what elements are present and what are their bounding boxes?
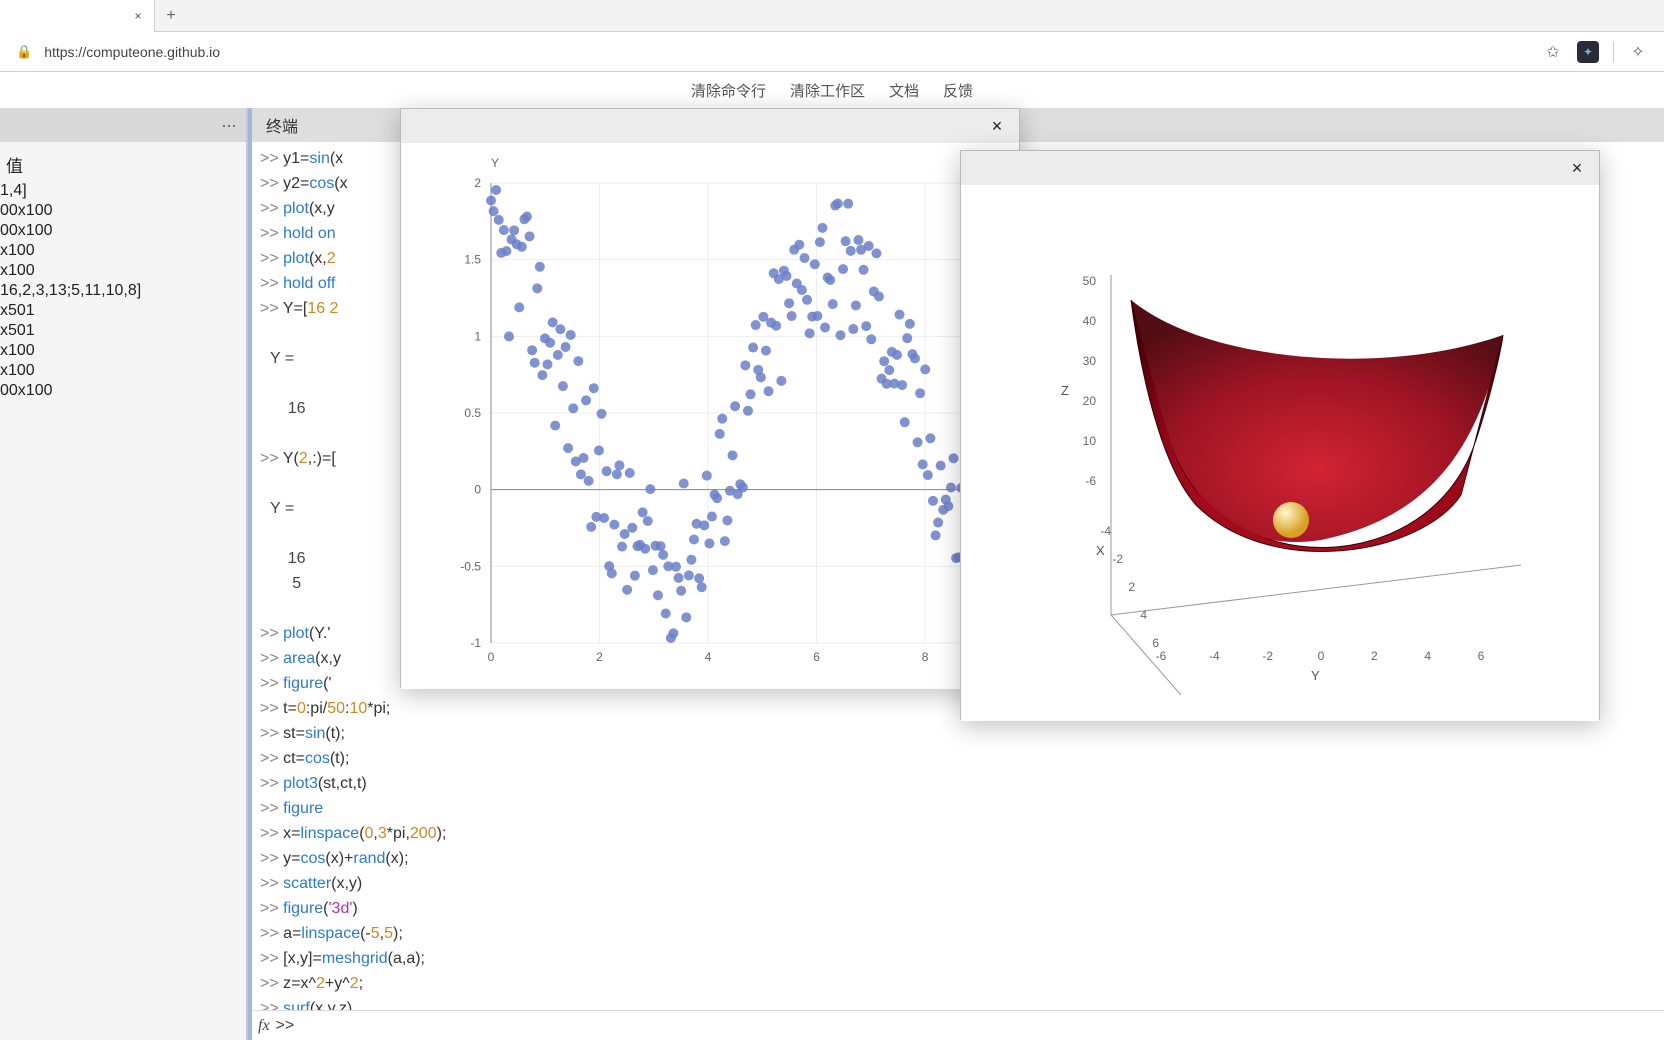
workspace-var-list: 1,4]00x10000x100x100x10016,2,3,13;5,11,1… [0,181,246,401]
svg-text:-6: -6 [1085,474,1096,488]
close-tab-icon[interactable]: × [130,8,146,24]
workspace: ⋮ 值 1,4]00x10000x100x100x10016,2,3,13;5,… [0,108,1664,1040]
extension-icon[interactable]: ✦ [1577,41,1599,63]
svg-text:-4: -4 [1209,649,1220,663]
svg-text:1.5: 1.5 [464,253,481,267]
app-menu: 清除命令行 清除工作区 文档 反馈 [0,72,1664,108]
svg-text:10: 10 [1083,434,1097,448]
figure-titlebar[interactable]: × [961,151,1599,185]
favorite-icon[interactable]: ✩ [1543,42,1563,62]
prompt-text: >> [276,1017,295,1035]
svg-text:40: 40 [1083,314,1097,328]
address-bar: 🔒 https://computeone.github.io ✩ ✦ ✧ [0,32,1664,72]
svg-text:6: 6 [1152,636,1159,650]
svg-text:-6: -6 [1156,649,1167,663]
workspace-var-item[interactable]: 16,2,3,13;5,11,10,8] [0,281,246,301]
svg-text:30: 30 [1083,354,1097,368]
svg-text:0: 0 [474,483,481,497]
svg-text:6: 6 [1478,649,1485,663]
workspace-var-item[interactable]: x100 [0,241,246,261]
svg-text:Z: Z [1061,383,1069,398]
workspace-panel-header: ⋮ [0,108,246,142]
close-icon[interactable]: × [985,114,1009,138]
fx-icon: fx [258,1017,270,1035]
svg-text:2: 2 [1371,649,1378,663]
workspace-var-item[interactable]: 00x100 [0,381,246,401]
svg-text:4: 4 [1140,608,1147,622]
svg-text:X: X [1096,543,1105,558]
svg-text:4: 4 [705,650,712,664]
svg-text:0: 0 [1318,649,1325,663]
close-icon[interactable]: × [1565,156,1589,180]
svg-text:0: 0 [488,650,495,664]
workspace-var-item[interactable]: x501 [0,301,246,321]
workspace-var-item[interactable]: 00x100 [0,221,246,241]
svg-text:50: 50 [1083,274,1097,288]
divider [1613,42,1614,62]
svg-text:0.5: 0.5 [464,406,481,420]
svg-text:20: 20 [1083,394,1097,408]
lock-icon: 🔒 [16,44,32,60]
menu-feedback[interactable]: 反馈 [943,80,973,101]
svg-text:1: 1 [474,329,481,343]
svg-text:-2: -2 [1112,552,1123,566]
collections-icon[interactable]: ✧ [1628,42,1648,62]
browser-tab-bar: × + [0,0,1664,32]
svg-text:-1: -1 [470,636,481,650]
figure-window-surface[interactable]: × 5040302010-6ZXY-6-4-20246-4-2246 [960,150,1600,720]
menu-clear-cmd[interactable]: 清除命令行 [691,80,766,101]
svg-text:2: 2 [596,650,603,664]
svg-text:Y: Y [1311,668,1320,683]
svg-text:-4: -4 [1100,524,1111,538]
workspace-var-item[interactable]: 00x100 [0,201,246,221]
surface-plot: 5040302010-6ZXY-6-4-20246-4-2246 [961,185,1601,721]
svg-text:6: 6 [813,650,820,664]
menu-docs[interactable]: 文档 [889,80,919,101]
svg-text:8: 8 [922,650,929,664]
workspace-panel: ⋮ 值 1,4]00x10000x100x100x10016,2,3,13;5,… [0,108,248,1040]
terminal-prompt-row[interactable]: fx >> [252,1010,1664,1040]
scatter-plot: Y -1-0.500.511.52024681 [401,143,1021,689]
svg-text:2: 2 [474,176,481,190]
workspace-var-item[interactable]: x100 [0,361,246,381]
figure-window-scatter[interactable]: × Y -1-0.500.511.52024681 [400,108,1020,688]
workspace-var-item[interactable]: x100 [0,341,246,361]
url-text[interactable]: https://computeone.github.io [44,44,1531,60]
svg-text:2: 2 [1128,580,1135,594]
workspace-col-header: 值 [0,148,246,181]
browser-tab[interactable]: × [0,0,155,32]
menu-clear-ws[interactable]: 清除工作区 [790,80,865,101]
workspace-var-item[interactable]: x100 [0,261,246,281]
more-icon[interactable]: ⋮ [221,119,239,132]
y-axis-label: Y [491,156,499,170]
svg-text:-2: -2 [1262,649,1273,663]
workspace-var-item[interactable]: 1,4] [0,181,246,201]
svg-text:-0.5: -0.5 [460,559,481,573]
new-tab-button[interactable]: + [155,0,187,32]
workspace-var-item[interactable]: x501 [0,321,246,341]
figure-titlebar[interactable]: × [401,109,1019,143]
svg-text:4: 4 [1424,649,1431,663]
